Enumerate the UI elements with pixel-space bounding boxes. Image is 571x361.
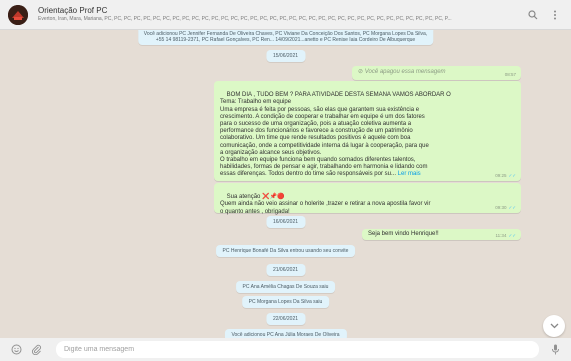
chat-participants: Everton, Iran, Mara, Mariana, PC, PC, PC… <box>38 16 452 22</box>
emoji-icon[interactable] <box>8 342 24 358</box>
system-message: PC Henrique Bonafé Da Silva entrou usand… <box>215 245 356 257</box>
message-composer <box>0 338 571 361</box>
message-time: 08:57 <box>504 71 516 77</box>
menu-icon[interactable] <box>547 7 563 23</box>
deleted-message-text: Você apagou essa mensagem <box>364 69 446 75</box>
message-time: 09:25 ✓✓ <box>495 172 516 179</box>
message-bubble-long[interactable]: BOM DIA , TUDO BEM ? PARA ATIVIDADE DEST… <box>214 81 521 181</box>
message-time-value: 11:34 <box>495 232 507 238</box>
message-text: Sua atenção ❌📌🔴 Quem ainda não veio assi… <box>220 194 431 215</box>
system-message: PC Ana Amélia Chagas De Souza saiu <box>235 281 336 293</box>
message-text: Seja bem vindo Henrique!! <box>368 231 439 237</box>
mic-icon[interactable] <box>547 342 563 358</box>
system-message: Você adicionou PC Jennifer Fernanda De O… <box>137 30 434 45</box>
blocked-icon: ⊘ <box>358 69 364 75</box>
message-time-value: 09:30 <box>495 204 507 210</box>
date-separator: 15/06/2021 <box>265 50 306 62</box>
read-ticks-icon: ✓✓ <box>508 172 516 178</box>
chat-title: Orientação Prof PC <box>38 6 108 15</box>
date-separator: 21/06/2021 <box>265 264 306 276</box>
search-icon[interactable] <box>525 7 541 23</box>
message-list[interactable]: Você adicionou PC Jennifer Fernanda De O… <box>0 30 571 338</box>
group-logo-icon <box>8 4 28 25</box>
chat-header-info[interactable]: Orientação Prof PC Everton, Iran, Mara, … <box>38 6 519 23</box>
attach-icon[interactable] <box>28 342 44 358</box>
message-bubble-welcome[interactable]: Seja bem vindo Henrique!! 11:34 ✓✓ <box>362 229 521 240</box>
group-avatar[interactable] <box>8 4 28 25</box>
read-ticks-icon: ✓✓ <box>508 204 516 210</box>
system-message: Você adicionou PC Ana Júlia Moraes De Ol… <box>224 329 347 338</box>
read-more-link[interactable]: Ler mais <box>398 171 421 177</box>
chevron-down-icon <box>550 323 558 329</box>
message-time: 09:30 ✓✓ <box>495 204 516 211</box>
message-time-value: 09:25 <box>495 172 507 178</box>
date-separator: 16/06/2021 <box>265 216 306 228</box>
date-separator: 22/06/2021 <box>265 313 306 325</box>
system-message: PC Morgana Lopes Da Silva saiu <box>241 296 330 308</box>
system-message-line: +55 14 98119-2371, PC Rafael Gonçalves, … <box>155 37 416 43</box>
message-text: BOM DIA , TUDO BEM ? PARA ATIVIDADE DEST… <box>220 92 451 178</box>
message-input[interactable] <box>56 341 539 358</box>
message-bubble-attention[interactable]: Sua atenção ❌📌🔴 Quem ainda não veio assi… <box>214 183 521 215</box>
message-time: 11:34 ✓✓ <box>496 232 516 239</box>
chat-header: Orientação Prof PC Everton, Iran, Mara, … <box>0 0 571 30</box>
deleted-message[interactable]: ⊘ Você apagou essa mensagem 08:57 <box>352 66 521 80</box>
scroll-down-button[interactable] <box>543 315 565 337</box>
read-ticks-icon: ✓✓ <box>508 232 516 238</box>
